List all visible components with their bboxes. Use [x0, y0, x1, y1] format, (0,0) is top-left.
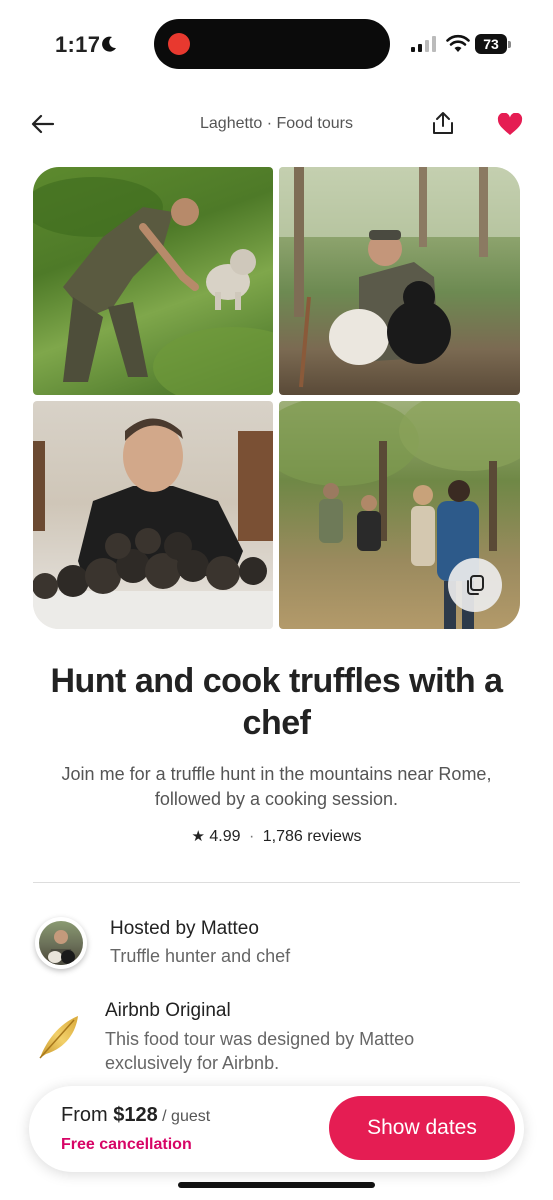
photo-host-with-dogs[interactable] — [279, 167, 520, 395]
photo-truffle-hunter-illustration — [33, 177, 273, 395]
status-time: 1:17 — [55, 32, 101, 57]
recording-dot — [168, 33, 190, 55]
share-icon — [433, 112, 453, 134]
experience-description: Join me for a truffle hunt in the mounta… — [61, 764, 492, 809]
show-dates-button[interactable]: Show dates — [329, 1096, 515, 1160]
battery-tip — [508, 41, 511, 48]
airbnb-original-description: This food tour was designed by Matteo ex… — [105, 1029, 415, 1073]
free-cancellation-label[interactable]: Free cancellation — [61, 1136, 192, 1154]
moon-icon — [102, 36, 116, 52]
price-prefix: From — [61, 1104, 114, 1126]
section-divider — [33, 882, 520, 883]
host-avatar-illustration — [47, 930, 75, 965]
status-bar: 1:17 73 — [0, 0, 553, 90]
photo-chef-with-truffles-illustration — [33, 418, 273, 629]
star-icon: ★ — [191, 828, 205, 845]
reviews-count: 1,786 reviews — [262, 828, 362, 845]
photo-gallery — [33, 167, 520, 629]
signal-icon — [411, 36, 436, 52]
page-breadcrumb: Laghetto · Food tours — [200, 115, 353, 132]
heart-icon — [497, 112, 523, 135]
battery-icon: 73 — [475, 34, 511, 54]
dynamic-island — [154, 19, 390, 69]
airbnb-original-title: Airbnb Original — [105, 1000, 231, 1021]
gallery-stack-icon — [467, 575, 484, 595]
battery-level: 73 — [475, 34, 507, 54]
price-line: From $128 / guest — [61, 1104, 210, 1127]
home-indicator[interactable] — [178, 1182, 375, 1188]
wifi-icon — [446, 34, 470, 52]
photo-host-with-dogs-illustration — [279, 167, 520, 388]
golden-feather-icon — [39, 1016, 78, 1059]
host-avatar[interactable] — [35, 917, 87, 969]
host-avatar-image — [39, 921, 83, 965]
price-unit: / guest — [157, 1108, 211, 1125]
photo-chef-with-truffles[interactable] — [33, 401, 273, 629]
experience-title: Hunt and cook truffles with a chef — [50, 662, 503, 742]
rating-separator: · — [249, 828, 255, 845]
host-role: Truffle hunter and chef — [110, 946, 291, 966]
top-nav: Laghetto · Food tours — [0, 100, 553, 148]
show-all-photos-button[interactable] — [448, 558, 502, 612]
share-button[interactable] — [429, 108, 457, 138]
booking-bar: From $128 / guest Free cancellation Show… — [29, 1086, 524, 1172]
favorite-button[interactable] — [495, 110, 525, 138]
host-name: Hosted by Matteo — [110, 918, 259, 939]
rating-value: 4.99 — [209, 828, 241, 845]
rating-summary[interactable]: ★ 4.99 · 1,786 reviews — [0, 827, 553, 846]
photo-truffle-hunter-with-dog[interactable] — [33, 167, 273, 395]
price-amount: $128 — [113, 1104, 158, 1126]
